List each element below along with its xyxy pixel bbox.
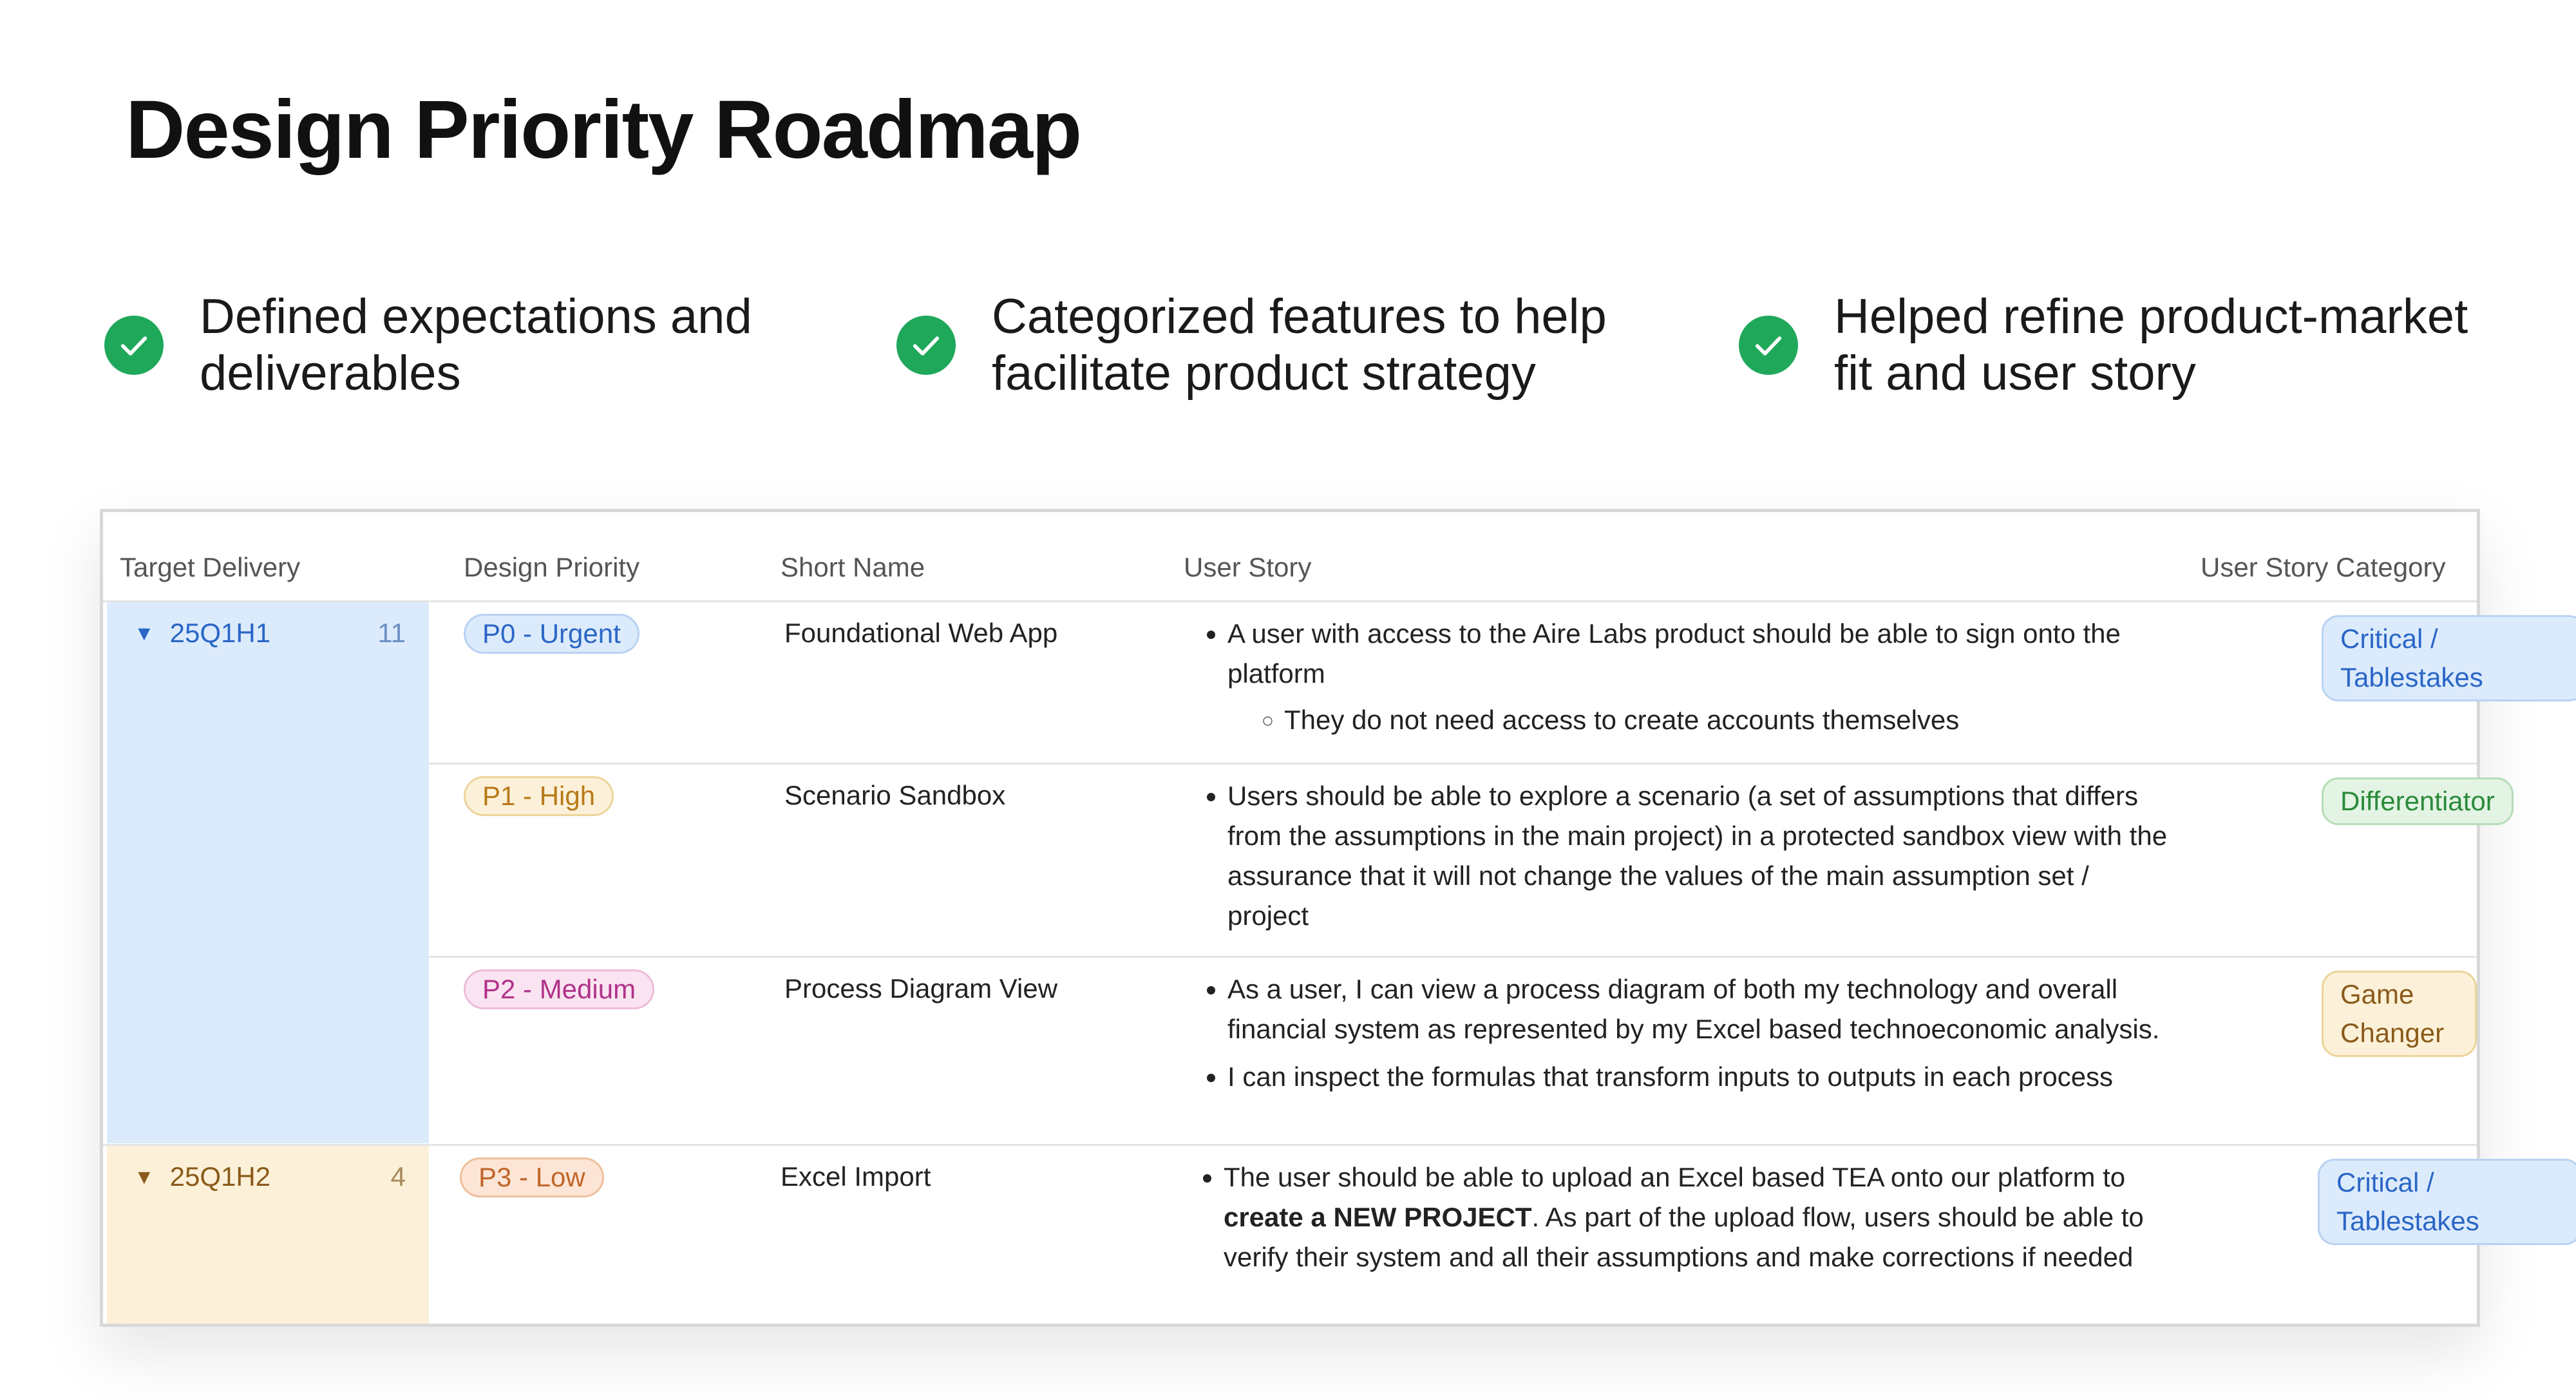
group-toggle[interactable]: ▼ 25Q1H1 bbox=[134, 618, 270, 649]
highlight-line: facilitate product strategy bbox=[992, 346, 1536, 401]
category-line: Tablestakes bbox=[2336, 1206, 2479, 1236]
roadmap-table: Target Delivery Design Priority Short Na… bbox=[100, 509, 2576, 1327]
category-badge: Differentiator bbox=[2322, 777, 2514, 825]
group-label: 25Q1H2 bbox=[169, 1161, 271, 1192]
highlight-text: Categorized features to help facilitate … bbox=[992, 289, 1607, 402]
column-header-short-name[interactable]: Short Name bbox=[781, 552, 925, 583]
group-toggle[interactable]: ▼ 25Q1H2 bbox=[134, 1161, 270, 1192]
group-label: 25Q1H1 bbox=[169, 618, 271, 648]
table-row[interactable]: P3 - Low Excel Import The user should be… bbox=[425, 1146, 2576, 1324]
story-bullet: The user should be able to upload an Exc… bbox=[1224, 1157, 2169, 1277]
short-name: Excel Import bbox=[781, 1161, 931, 1192]
story-text: A user with access to the Aire Labs prod… bbox=[1227, 618, 2121, 689]
user-story: A user with access to the Aire Labs prod… bbox=[1188, 614, 2173, 748]
category-badge: Critical / Tablestakes bbox=[2318, 1159, 2576, 1245]
group-cell-25q1h2[interactable]: ▼ 25Q1H2 4 bbox=[107, 1146, 429, 1324]
highlight-text: Defined expectations and deliverables bbox=[200, 289, 752, 402]
category-line: Tablestakes bbox=[2340, 662, 2483, 692]
story-text: The user should be able to upload an Exc… bbox=[1224, 1162, 2126, 1192]
story-bullet: A user with access to the Aire Labs prod… bbox=[1227, 614, 2173, 740]
short-name: Scenario Sandbox bbox=[784, 780, 1006, 810]
user-story: The user should be able to upload an Exc… bbox=[1184, 1157, 2169, 1285]
column-header-design-priority[interactable]: Design Priority bbox=[464, 552, 639, 583]
highlight-item: Helped refine product-market fit and use… bbox=[1739, 289, 2468, 402]
page-title: Design Priority Roadmap bbox=[126, 84, 1082, 176]
priority-badge: P3 - Low bbox=[460, 1157, 604, 1197]
category-badge: Game Changer bbox=[2322, 971, 2477, 1057]
highlight-item: Categorized features to help facilitate … bbox=[896, 289, 1607, 402]
table-header: Target Delivery Design Priority Short Na… bbox=[103, 512, 2477, 602]
highlight-item: Defined expectations and deliverables bbox=[104, 289, 752, 402]
group-count: 11 bbox=[377, 618, 406, 648]
triangle-down-icon[interactable]: ▼ bbox=[134, 622, 155, 645]
category-badge: Critical / Tablestakes bbox=[2322, 615, 2576, 701]
table-row[interactable]: P1 - High Scenario Sandbox Users should … bbox=[429, 765, 2514, 958]
highlight-line: Categorized features to help bbox=[992, 289, 1607, 344]
column-header-user-story-category[interactable]: User Story Category bbox=[2201, 552, 2445, 583]
story-bullet: Users should be able to explore a scenar… bbox=[1227, 776, 2173, 936]
column-header-target-delivery[interactable]: Target Delivery bbox=[120, 552, 300, 583]
user-story: Users should be able to explore a scenar… bbox=[1188, 776, 2173, 944]
check-circle-icon bbox=[896, 316, 956, 375]
check-circle-icon bbox=[104, 316, 164, 375]
priority-badge: P1 - High bbox=[464, 776, 614, 816]
group-count: 4 bbox=[390, 1161, 406, 1192]
highlight-line: Helped refine product-market bbox=[1834, 289, 2468, 344]
category-line: Critical / bbox=[2336, 1167, 2434, 1197]
table-row[interactable]: P2 - Medium Process Diagram View As a us… bbox=[429, 958, 2477, 1146]
highlight-line: Defined expectations and bbox=[200, 289, 752, 344]
story-sub-bullet: They do not need access to create accoun… bbox=[1284, 700, 2173, 740]
table-row[interactable]: P0 - Urgent Foundational Web App A user … bbox=[429, 602, 2576, 765]
priority-badge: P0 - Urgent bbox=[464, 614, 639, 654]
priority-badge: P2 - Medium bbox=[464, 969, 655, 1009]
story-bullet: As a user, I can view a process diagram … bbox=[1227, 969, 2173, 1049]
highlight-line: fit and user story bbox=[1834, 346, 2196, 401]
category-line: Critical / bbox=[2340, 623, 2438, 654]
story-bullet: I can inspect the formulas that transfor… bbox=[1227, 1057, 2173, 1097]
story-bold-text: create a NEW PROJECT bbox=[1224, 1202, 1532, 1232]
triangle-down-icon[interactable]: ▼ bbox=[134, 1165, 155, 1189]
short-name: Process Diagram View bbox=[784, 973, 1058, 1004]
group-cell-25q1h1[interactable]: ▼ 25Q1H1 11 bbox=[107, 602, 429, 1143]
column-header-user-story[interactable]: User Story bbox=[1184, 552, 1311, 583]
highlight-text: Helped refine product-market fit and use… bbox=[1834, 289, 2468, 402]
check-circle-icon bbox=[1739, 316, 1798, 375]
user-story: As a user, I can view a process diagram … bbox=[1188, 969, 2173, 1105]
highlight-line: deliverables bbox=[200, 346, 461, 401]
short-name: Foundational Web App bbox=[784, 618, 1058, 648]
